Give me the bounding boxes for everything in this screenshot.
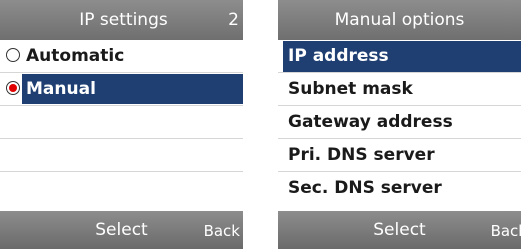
manual-options-screen: Manual options IP address Subnet mask Ga… [278,0,521,249]
radio-dot-icon [9,84,17,92]
menu-item-label: Subnet mask [288,79,413,99]
option-manual[interactable]: Manual [0,73,243,106]
menu-item-secondary-dns[interactable]: Sec. DNS server [278,172,521,205]
menu-index: 2 [228,10,239,30]
menu-item-label: Sec. DNS server [288,178,442,198]
screen-title: IP settings [79,10,168,30]
option-label: Automatic [26,46,125,66]
menu-item-gateway-address[interactable]: Gateway address [278,106,521,139]
menu-item-label: Gateway address [288,112,453,132]
empty-row [0,139,243,172]
back-softkey[interactable]: Back [204,211,240,249]
radio-button-selected-icon[interactable] [6,81,20,95]
empty-row [0,172,243,205]
menu-item-label: IP address [283,41,521,72]
back-softkey[interactable]: Back [491,211,521,249]
menu-item-primary-dns[interactable]: Pri. DNS server [278,139,521,172]
menu-item-subnet-mask[interactable]: Subnet mask [278,73,521,106]
title-bar: IP settings 2 [0,0,243,40]
option-label: Manual [22,74,243,104]
softkey-bar: Select Back [278,211,521,249]
empty-row [0,106,243,139]
ip-mode-list: Automatic Manual [0,40,243,211]
option-automatic[interactable]: Automatic [0,40,243,73]
select-softkey[interactable]: Select [278,211,521,249]
manual-options-list: IP address Subnet mask Gateway address P… [278,40,521,211]
menu-item-label: Pri. DNS server [288,145,435,165]
radio-button-unselected-icon[interactable] [6,48,20,62]
screen-title: Manual options [334,10,465,30]
ip-settings-screen: IP settings 2 Automatic Manual Select Ba… [0,0,243,249]
title-bar: Manual options [278,0,521,40]
softkey-bar: Select Back [0,211,243,249]
menu-item-ip-address[interactable]: IP address [278,40,521,73]
